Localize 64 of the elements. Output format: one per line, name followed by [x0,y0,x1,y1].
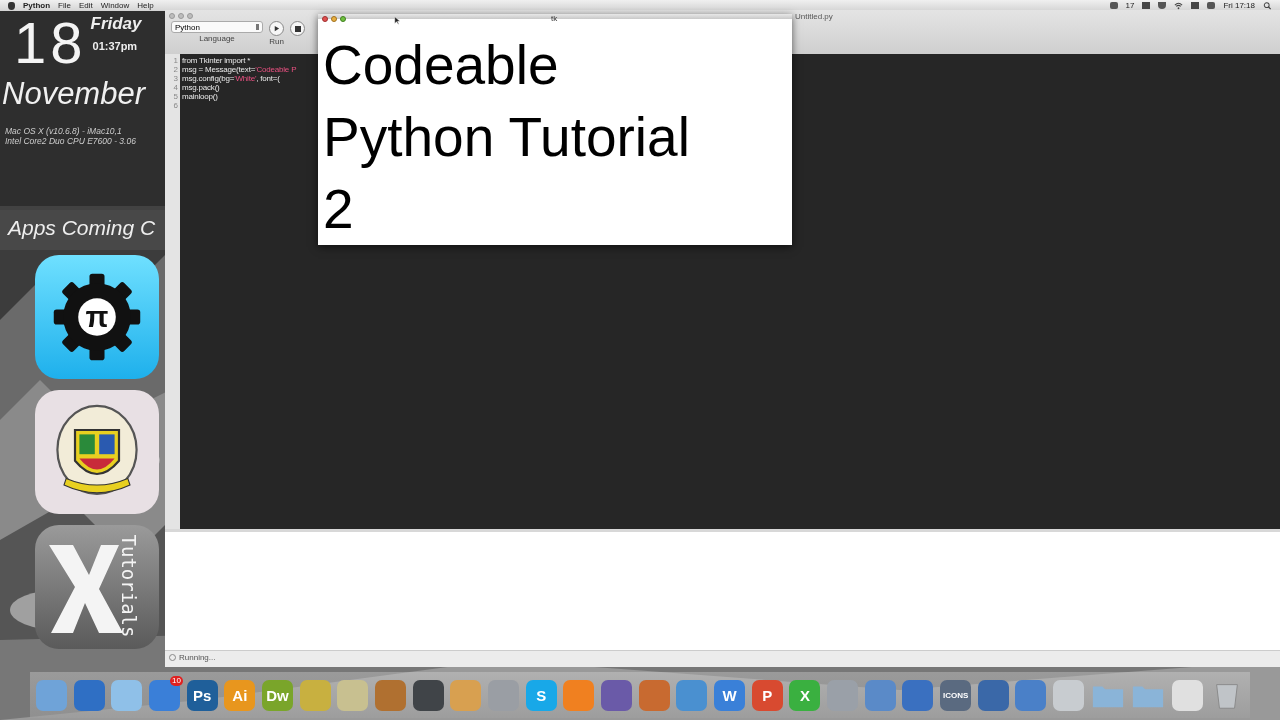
apple-icon[interactable] [8,1,15,10]
search-icon[interactable] [1263,1,1272,10]
stop-icon [294,25,301,32]
status-text: Running... [179,653,216,662]
line-number: 6 [173,101,178,110]
app-label: W [722,686,737,704]
menu-item[interactable]: Window [100,0,130,11]
app-icon[interactable]: Tutorials [35,525,159,649]
code-line: msg = Message(text='Codeable P [182,65,298,74]
run-button[interactable] [269,21,284,36]
month-name: November [1,76,147,112]
menu-item[interactable]: Python [23,0,51,11]
app-label: Dw [266,686,289,704]
app-label: P [762,686,773,704]
status-count[interactable]: 17 [1125,0,1135,11]
system-info: Mac OS X (v10.6.8) - iMac10,1 [5,126,123,136]
code-line: msg.pack() [182,83,221,92]
window-title: Untitled.py [795,12,833,21]
app-label: S [536,686,547,704]
app-icon[interactable]: ICONS [940,679,972,711]
app-label: X [799,686,810,704]
language-select[interactable]: Python [171,21,263,33]
menu-clock[interactable]: Fri 17:18 [1223,0,1255,11]
app-label: ICONS [942,690,969,700]
apps-heading: Apps Coming C [8,216,156,240]
minimize-button[interactable] [331,16,337,22]
message-text: Python Tutorial [323,105,691,170]
code-line: msg.config(bg='White', font=( [182,74,281,83]
menu-item[interactable]: Help [137,0,154,11]
toolbar-caption: Language [199,34,235,43]
app-icon[interactable]: W [714,679,746,711]
app-label: Ps [193,686,212,704]
message-text: 2 [323,177,355,242]
close-button[interactable] [322,16,328,22]
pi-symbol: π [85,302,109,332]
day-number: 18 [14,12,87,74]
minimize-button[interactable] [178,13,184,19]
weekday: Friday [90,14,142,34]
menu-item[interactable]: File [58,0,71,11]
zoom-button[interactable] [340,16,346,22]
app-icon[interactable]: 10 [149,679,180,711]
stop-button[interactable] [290,21,305,36]
app-label: Ai [232,686,248,704]
play-icon [273,25,280,32]
line-number: 3 [173,74,178,83]
line-number: 4 [173,83,178,92]
shield-icon[interactable] [1158,2,1167,9]
line-number: 5 [173,92,178,101]
app-label: Tutorials [118,534,141,638]
notification-badge: 10 [170,675,183,686]
line-number: 2 [173,65,178,74]
stepper-icon [256,24,259,30]
widget-time: 01:37pm [91,40,139,52]
toolbar-caption: Run [269,37,284,46]
system-info: Intel Core2 Duo CPU E7600 - 3.06 [5,136,137,146]
menu-item[interactable]: Edit [79,0,93,11]
wifi-icon[interactable] [1174,1,1184,10]
app-icon[interactable] [35,390,159,514]
window-title: tk [551,14,558,24]
line-number: 1 [173,56,178,65]
gear-app-icon[interactable]: π [35,255,159,379]
code-line: mainloop() [182,92,219,101]
code-line: from Tkinter import * [182,56,252,65]
zoom-button[interactable] [187,13,193,19]
